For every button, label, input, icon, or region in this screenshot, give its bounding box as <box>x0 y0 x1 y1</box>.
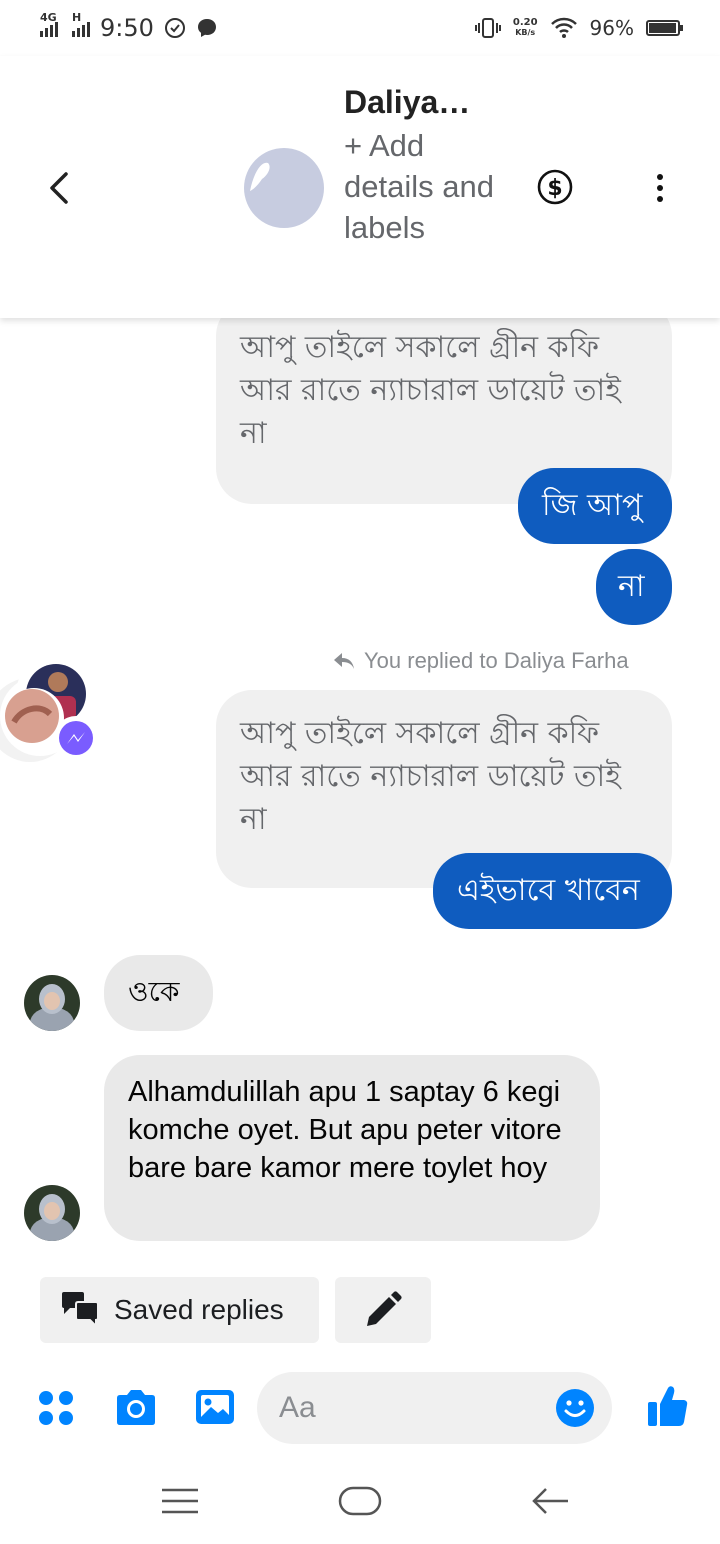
home-icon[interactable] <box>338 1486 382 1516</box>
dollar-icon: $ <box>537 169 573 205</box>
edit-button[interactable] <box>335 1277 431 1343</box>
received-message-bubble[interactable]: Alhamdulillah apu 1 saptay 6 kegi komche… <box>104 1055 600 1241</box>
back-button[interactable] <box>40 166 76 210</box>
contact-info[interactable]: Daliya… + Add details and labels <box>344 84 514 248</box>
reply-indicator-text: You replied to Daliya Farha <box>364 648 629 673</box>
network-speed: 0.20 KB/s <box>512 17 538 38</box>
dot-icon <box>657 185 663 191</box>
sent-message-bubble[interactable]: না <box>596 549 672 625</box>
sender-avatar[interactable] <box>24 1185 80 1241</box>
data-saver-icon <box>164 18 185 38</box>
message-input[interactable] <box>257 1372 612 1444</box>
received-message-bubble[interactable]: ওকে <box>104 955 213 1031</box>
chevron-left-icon <box>50 172 68 204</box>
menu-dots-icon[interactable] <box>36 1388 76 1428</box>
saved-replies-button[interactable]: Saved replies <box>40 1277 319 1343</box>
gallery-icon[interactable] <box>194 1388 236 1428</box>
chat-head[interactable] <box>0 652 104 764</box>
clock: 9:50 <box>100 14 154 42</box>
message-text: Alhamdulillah apu 1 saptay 6 kegi komche… <box>128 1076 562 1184</box>
contact-avatar[interactable] <box>232 141 326 235</box>
reply-arrow-icon <box>334 653 354 669</box>
dot-icon <box>657 174 663 180</box>
contact-name: Daliya… <box>344 84 471 120</box>
dot-icon <box>657 196 663 202</box>
status-bar: 4G H 9:50 0.20 KB/s 96% <box>0 0 720 56</box>
message-text-field[interactable] <box>279 1372 539 1444</box>
message-text: আপু তাইলে সকালে গ্রীন কফি আর রাতে ন্যাচা… <box>240 330 621 451</box>
sent-message-bubble[interactable]: এইভাবে খাবেন <box>433 853 672 929</box>
pencil-icon <box>367 1291 402 1326</box>
message-text: ওকে <box>128 975 180 1008</box>
vibrate-icon <box>474 18 501 38</box>
chat-head-avatars <box>0 654 98 762</box>
back-nav-icon[interactable] <box>530 1486 570 1516</box>
system-navigation-bar <box>0 1460 720 1544</box>
add-details-link[interactable]: + Add details and labels <box>344 125 514 248</box>
payments-button[interactable]: $ <box>536 168 574 206</box>
battery-percent: 96% <box>589 16 634 40</box>
saved-replies-icon <box>62 1292 99 1329</box>
sender-avatar[interactable] <box>24 975 80 1031</box>
more-options-button[interactable] <box>645 166 675 210</box>
signal-h-icon: H <box>72 11 90 37</box>
message-text: এইভাবে খাবেন <box>457 873 640 908</box>
camera-icon[interactable] <box>113 1388 159 1428</box>
emoji-icon[interactable] <box>555 1388 595 1428</box>
sender-photo-icon <box>24 975 80 1031</box>
conversation-header: Daliya… + Add details and labels $ <box>0 56 720 318</box>
wifi-icon <box>550 17 577 38</box>
message-text: জি আপু <box>542 488 643 523</box>
battery-icon <box>646 20 683 36</box>
signal-4g-icon: 4G <box>40 11 58 37</box>
sender-photo-icon <box>24 1185 80 1241</box>
like-icon[interactable] <box>646 1384 690 1428</box>
messenger-notification-icon <box>197 19 216 37</box>
saved-replies-label: Saved replies <box>114 1294 284 1325</box>
default-profile-icon <box>232 141 326 235</box>
reply-indicator: You replied to Daliya Farha <box>332 648 629 674</box>
message-text: না <box>618 569 645 604</box>
svg-text:$: $ <box>547 176 562 201</box>
recent-apps-icon[interactable] <box>160 1486 200 1516</box>
message-text: আপু তাইলে সকালে গ্রীন কফি আর রাতে ন্যাচা… <box>240 716 621 837</box>
sent-message-bubble[interactable]: জি আপু <box>518 468 672 544</box>
